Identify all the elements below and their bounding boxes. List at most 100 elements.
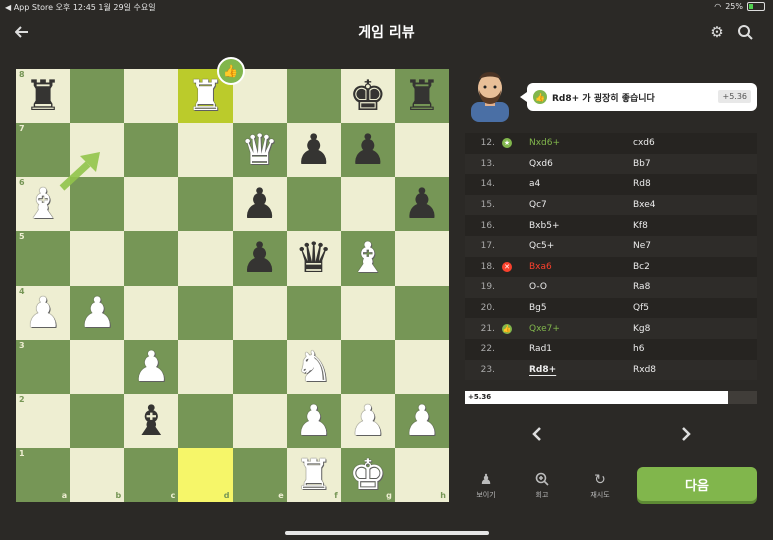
next-button[interactable]: 다음 (637, 467, 757, 501)
square-d1[interactable]: d (178, 447, 233, 502)
square-h5[interactable] (394, 231, 449, 286)
square-b7[interactable] (70, 123, 125, 178)
black-move[interactable]: Qf5 (633, 303, 733, 313)
square-c1[interactable]: c (124, 447, 179, 502)
white-move[interactable]: Rd8+ (519, 365, 633, 375)
show-button[interactable]: ♟ 보이기 (466, 472, 506, 500)
black-queen-piece[interactable]: ♛ (295, 237, 333, 279)
square-g6[interactable] (340, 177, 395, 232)
square-g5[interactable]: ♝ (340, 231, 395, 286)
black-move[interactable]: Bc2 (633, 262, 733, 272)
white-bishop-piece[interactable]: ♝ (24, 183, 62, 225)
white-pawn-piece[interactable]: ♟ (132, 345, 170, 388)
square-a6[interactable]: 6 ♝ (16, 177, 71, 232)
white-move[interactable]: Nxd6+ (519, 138, 633, 148)
square-a1[interactable]: 1a (16, 447, 71, 502)
white-pawn-piece[interactable]: ♟ (349, 399, 387, 442)
square-c6[interactable] (124, 177, 179, 232)
square-e2[interactable] (232, 393, 287, 448)
square-c5[interactable] (124, 231, 179, 286)
square-f6[interactable] (286, 177, 341, 232)
previous-move-button[interactable] (531, 425, 543, 446)
square-g3[interactable] (340, 339, 395, 394)
square-h4[interactable] (394, 285, 449, 340)
square-d4[interactable] (178, 285, 233, 340)
square-a3[interactable]: 3 (16, 339, 71, 394)
square-d8[interactable]: ♜ 👍 (178, 57, 245, 124)
square-c4[interactable] (124, 285, 179, 340)
square-f5[interactable]: ♛ (286, 231, 341, 286)
square-f2[interactable]: ♟ (286, 393, 341, 448)
white-move[interactable]: Qxd6 (519, 159, 633, 169)
white-move[interactable]: Qc7 (519, 200, 633, 210)
black-move[interactable]: Rd8 (633, 179, 733, 189)
square-e5[interactable]: ♟ (232, 231, 287, 286)
square-e6[interactable]: ♟ (232, 177, 287, 232)
black-move[interactable]: Kg8 (633, 324, 733, 334)
black-pawn-piece[interactable]: ♟ (349, 129, 387, 171)
black-rook-piece[interactable]: ♜ (403, 75, 441, 117)
black-move[interactable]: Ra8 (633, 282, 733, 292)
black-move[interactable]: Bb7 (633, 159, 733, 169)
retry-button[interactable]: 회고 (522, 472, 562, 500)
square-g2[interactable]: ♟ (340, 393, 395, 448)
square-g1[interactable]: g ♚ (340, 447, 395, 502)
square-d6[interactable] (178, 177, 233, 232)
square-h1[interactable]: h (394, 447, 449, 502)
square-a2[interactable]: 2 (16, 393, 71, 448)
white-move[interactable]: Bg5 (519, 303, 633, 313)
black-pawn-piece[interactable]: ♟ (295, 129, 333, 171)
white-move[interactable]: Qc5+ (519, 241, 633, 251)
white-move[interactable]: Rad1 (519, 344, 633, 354)
square-d3[interactable] (178, 339, 233, 394)
white-move[interactable]: Qxe7+ (519, 324, 633, 334)
square-g7[interactable]: ♟ (340, 123, 395, 178)
black-move[interactable]: cxd6 (633, 138, 733, 148)
square-d5[interactable] (178, 231, 233, 286)
black-pawn-piece[interactable]: ♟ (241, 183, 279, 225)
black-pawn-piece[interactable]: ♟ (241, 237, 279, 279)
black-move[interactable]: h6 (633, 344, 733, 354)
square-f3[interactable]: ♞ (286, 339, 341, 394)
black-move[interactable]: Kf8 (633, 221, 733, 231)
black-bishop-piece[interactable]: ♝ (132, 399, 170, 442)
white-pawn-piece[interactable]: ♟ (295, 399, 333, 442)
white-move[interactable]: O-O (519, 282, 633, 292)
chess-board[interactable]: 8 ♜ ♜ 👍 ♚ ♜ 7 ♛ ♟ ♟ 6 ♝ ♟ ♟ 5 ♟ ♛ ♝ 4 ♟ ♟ 3 ♟ ♞ 2 ♝ ♟ ♟ ♟ 1 a b c d e f ♜ g ♚ h (16, 57, 449, 502)
square-h7[interactable] (394, 123, 449, 178)
white-pawn-piece[interactable]: ♟ (403, 399, 441, 442)
square-g4[interactable] (340, 285, 395, 340)
black-rook-piece[interactable]: ♜ (24, 75, 62, 117)
square-h6[interactable]: ♟ (394, 177, 449, 232)
square-d2[interactable] (178, 393, 233, 448)
square-c3[interactable]: ♟ (124, 339, 179, 394)
white-rook-piece[interactable]: ♜ (187, 75, 225, 117)
white-move[interactable]: Bxb5+ (519, 221, 633, 231)
white-pawn-piece[interactable]: ♟ (78, 291, 116, 334)
square-b5[interactable] (70, 231, 125, 286)
square-f4[interactable] (286, 285, 341, 340)
white-pawn-piece[interactable]: ♟ (24, 291, 62, 334)
square-e3[interactable] (232, 339, 287, 394)
black-king-piece[interactable]: ♚ (349, 75, 387, 117)
black-move[interactable]: Rxd8 (633, 365, 733, 375)
black-pawn-piece[interactable]: ♟ (403, 183, 441, 225)
square-h8[interactable]: ♜ (394, 69, 449, 124)
white-queen-piece[interactable]: ♛ (241, 129, 279, 171)
square-h2[interactable]: ♟ (394, 393, 449, 448)
square-b6[interactable] (70, 177, 125, 232)
square-a4[interactable]: 4 ♟ (16, 285, 71, 340)
square-c2[interactable]: ♝ (124, 393, 179, 448)
square-h3[interactable] (394, 339, 449, 394)
replay-button[interactable]: ↻ 재시도 (580, 472, 620, 500)
square-c7[interactable] (124, 123, 179, 178)
square-b3[interactable] (70, 339, 125, 394)
square-e1[interactable]: e (232, 447, 287, 502)
next-move-arrow-button[interactable] (680, 425, 692, 446)
square-d7[interactable] (178, 123, 233, 178)
analysis-search-icon[interactable] (735, 22, 755, 42)
square-f7[interactable]: ♟ (286, 123, 341, 178)
square-e4[interactable] (232, 285, 287, 340)
square-a5[interactable]: 5 (16, 231, 71, 286)
square-a7[interactable]: 7 (16, 123, 71, 178)
